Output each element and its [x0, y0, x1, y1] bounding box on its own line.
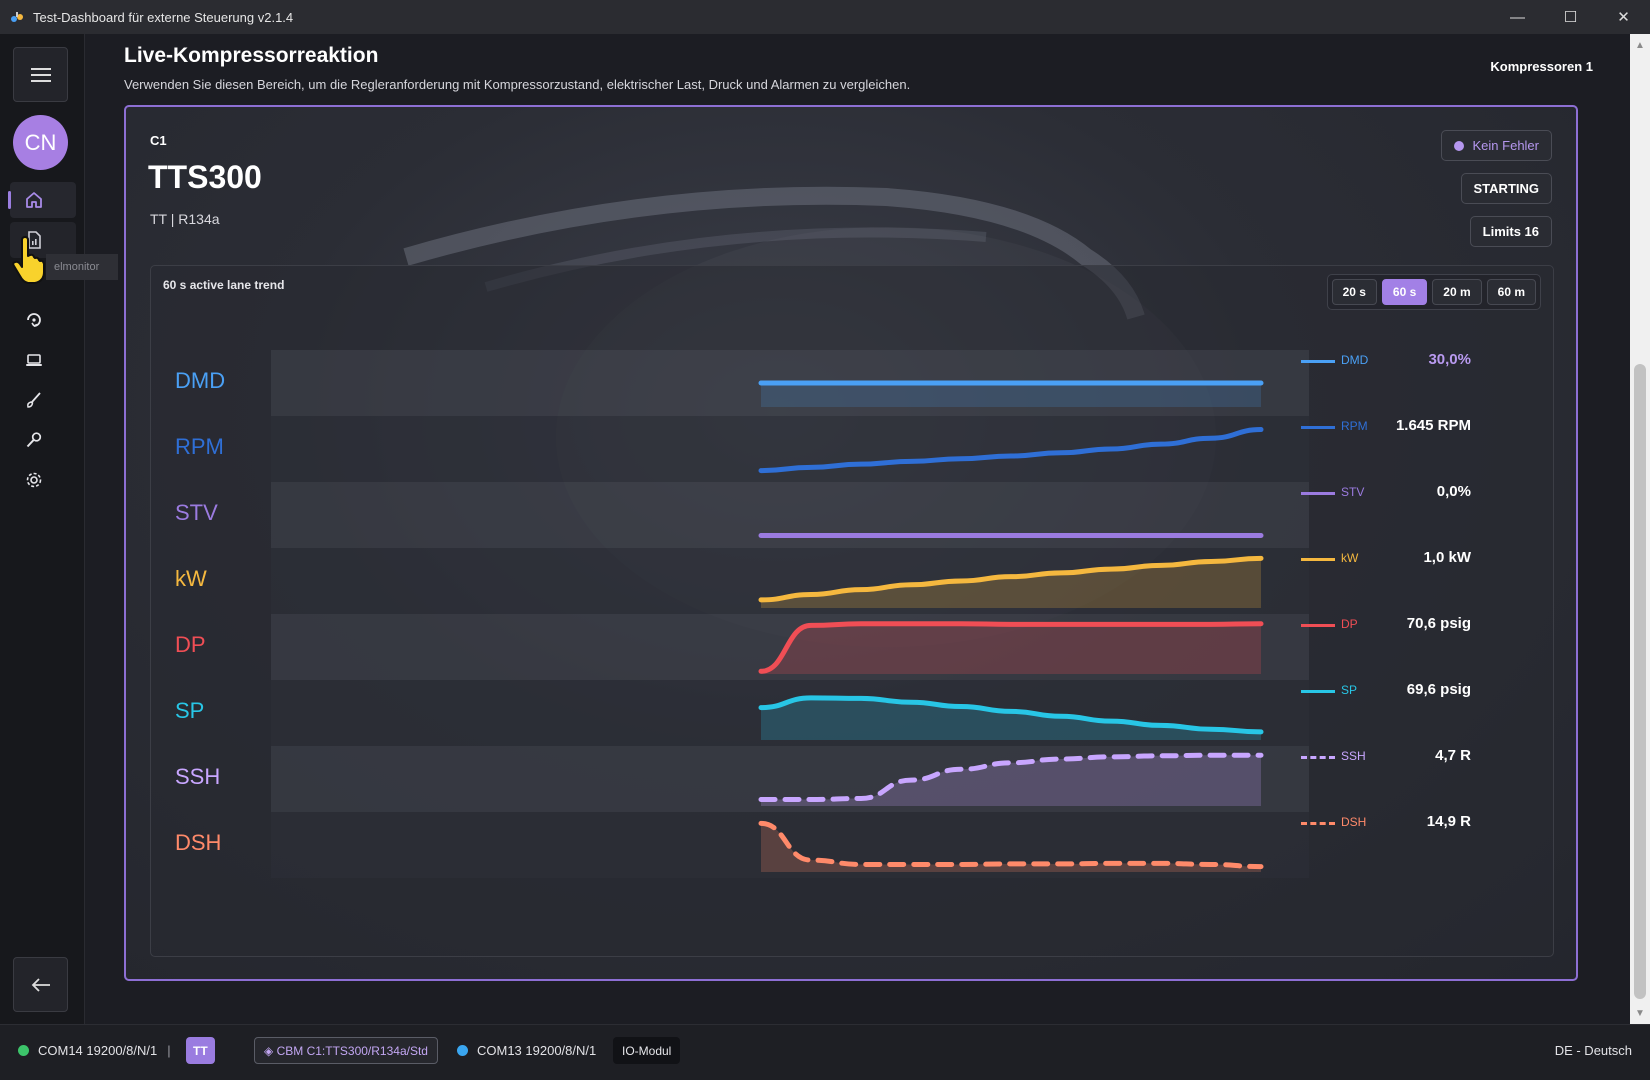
legend-value-kw: 1,0 kW: [1423, 549, 1471, 566]
refresh-icon: [27, 313, 41, 327]
trend-panel: 60 s active lane trend 20 s 60 s 20 m 60…: [150, 265, 1554, 957]
status-bar: COM14 19200/8/N/1 | TT ◈ CBM C1:TTS300/R…: [0, 1024, 1650, 1080]
lane-label-dmd: DMD: [175, 368, 226, 393]
scroll-down-icon[interactable]: ▼: [1630, 1004, 1650, 1022]
port1-status: COM14 19200/8/N/1 |: [18, 1043, 171, 1058]
language-selector[interactable]: DE - Deutsch: [1555, 1043, 1632, 1058]
sidebar: CN: [0, 34, 85, 1024]
trend-chart: [271, 350, 1309, 878]
state-badge: STARTING: [1460, 173, 1552, 204]
legend-swatch-dp: [1301, 624, 1335, 627]
app-icon: [11, 12, 23, 22]
close-button[interactable]: ✕: [1597, 0, 1650, 34]
legend-value-ssh: 4,7 R: [1435, 747, 1471, 764]
legend-value-stv: 0,0%: [1436, 483, 1471, 500]
unit-meta: TT | R134a: [150, 211, 220, 227]
legend-swatch-kw: [1301, 558, 1335, 561]
wrench-icon: [26, 432, 42, 448]
gear-icon: [26, 472, 42, 488]
cbm-tag[interactable]: ◈ CBM C1:TTS300/R134a/Std: [254, 1037, 438, 1064]
port1-label: COM14 19200/8/N/1: [38, 1043, 158, 1058]
sidebar-item-refresh[interactable]: [10, 302, 76, 338]
sidebar-item-home[interactable]: [8, 182, 76, 218]
legend-value-sp: 69,6 psig: [1406, 681, 1471, 698]
tt-tag[interactable]: TT: [186, 1037, 215, 1064]
io-module-tag[interactable]: IO-Modul: [613, 1037, 681, 1064]
compressor-card: C1 TTS300 TT | R134a Kein Fehler STARTIN…: [124, 105, 1578, 981]
legend-swatch-ssh: [1301, 756, 1335, 759]
arrow-left-icon: [31, 977, 50, 992]
lane-label-sp: SP: [175, 698, 205, 723]
sidebar-item-settings[interactable]: [10, 462, 76, 498]
brush-icon: [27, 392, 41, 408]
menu-icon: [30, 67, 51, 82]
lane-label-dsh: DSH: [175, 830, 222, 855]
sidebar-item-brush[interactable]: [10, 382, 76, 418]
port2-status: COM13 19200/8/N/1: [457, 1043, 596, 1058]
title-bar: Test-Dashboard für externe Steuerung v2.…: [0, 0, 1650, 34]
limits-badge[interactable]: Limits 16: [1469, 216, 1552, 247]
scroll-up-icon[interactable]: ▲: [1630, 36, 1650, 54]
nav-tooltip: elmonitor: [46, 254, 118, 280]
unit-code: C1: [150, 133, 167, 148]
lane-label-ssh: SSH: [175, 764, 221, 789]
scrollbar-thumb[interactable]: [1634, 364, 1646, 999]
home-icon: [26, 192, 42, 208]
lane-label-dp: DP: [175, 632, 206, 657]
legend-value-dmd: 30,0%: [1428, 351, 1471, 368]
port1-status-dot: [18, 1045, 29, 1056]
port2-label: COM13 19200/8/N/1: [477, 1043, 597, 1058]
status-dot: [1453, 140, 1464, 151]
series-area-dp: [761, 623, 1261, 674]
series-area-dmd: [761, 383, 1261, 407]
avatar[interactable]: CN: [13, 115, 68, 170]
fault-status-badge: Kein Fehler: [1440, 130, 1552, 161]
legend-swatch-rpm: [1301, 426, 1335, 429]
sidebar-item-laptop[interactable]: [10, 342, 76, 378]
unit-name: TTS300: [148, 159, 262, 195]
minimize-button[interactable]: —: [1491, 0, 1544, 34]
lane-label-rpm: RPM: [175, 434, 224, 459]
lane-label-stv: STV: [175, 500, 218, 525]
hand-cursor-icon: [12, 236, 45, 284]
hamburger-menu-button[interactable]: [13, 47, 68, 102]
legend-value-dp: 70,6 psig: [1406, 615, 1471, 632]
lane-background-rpm: [271, 416, 1309, 482]
laptop-icon: [26, 354, 42, 366]
legend-value-rpm: 1.645 RPM: [1395, 417, 1471, 434]
window-title: Test-Dashboard für externe Steuerung v2.…: [33, 9, 294, 25]
legend-swatch-dsh: [1301, 822, 1335, 825]
legend-swatch-stv: [1301, 492, 1335, 495]
sidebar-item-wrench[interactable]: [10, 422, 76, 458]
maximize-button[interactable]: ☐: [1544, 0, 1597, 34]
legend-value-dsh: 14,9 R: [1426, 813, 1471, 830]
fault-status-text: Kein Fehler: [1472, 138, 1539, 153]
lane-background-stv: [271, 482, 1309, 548]
legend-swatch-sp: [1301, 690, 1335, 693]
back-button[interactable]: [13, 957, 68, 1012]
port2-status-dot: [457, 1045, 468, 1056]
compressor-count: Kompressoren 1: [1490, 59, 1593, 74]
page-title: Live-Kompressorreaktion: [124, 44, 379, 67]
lane-label-kw: kW: [175, 566, 207, 591]
status-separator: |: [167, 1043, 171, 1058]
vertical-scrollbar[interactable]: ▲ ▼: [1630, 34, 1650, 1024]
page-subtitle: Verwenden Sie diesen Bereich, um die Reg…: [124, 77, 911, 92]
legend-swatch-dmd: [1301, 360, 1335, 363]
